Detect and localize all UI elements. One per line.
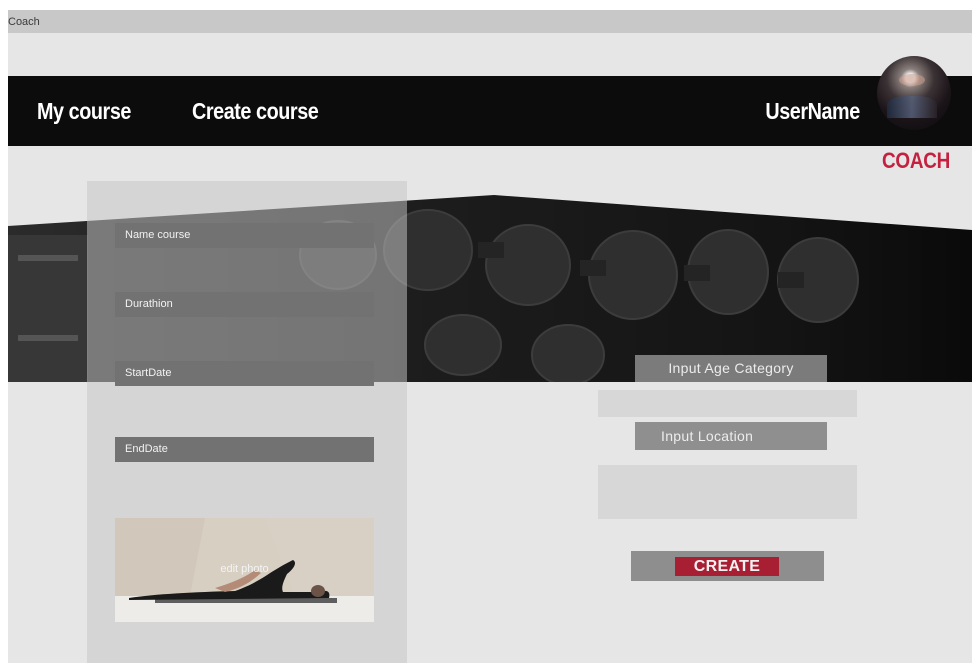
start-date-placeholder: StartDate — [125, 367, 172, 379]
age-category-input[interactable] — [598, 390, 857, 417]
window-titlebar: Coach — [8, 10, 972, 33]
duration-placeholder: Durathion — [125, 298, 173, 310]
edit-photo-label: edit photo — [220, 563, 269, 575]
end-date-input[interactable]: EndDate — [115, 437, 374, 462]
window-title: Coach — [8, 16, 40, 28]
create-button-frame: CREATE — [631, 551, 824, 581]
duration-input[interactable]: Durathion — [115, 292, 374, 317]
username-label[interactable]: UserName — [766, 98, 861, 125]
user-avatar[interactable] — [877, 56, 951, 130]
end-date-placeholder: EndDate — [125, 443, 168, 455]
create-button[interactable]: CREATE — [675, 557, 779, 576]
name-course-input[interactable]: Name course — [115, 223, 374, 248]
course-form-panel: Name course Durathion StartDate EndDate … — [87, 181, 407, 663]
user-role-badge: COACH — [882, 148, 951, 173]
location-input[interactable] — [598, 465, 857, 519]
start-date-input[interactable]: StartDate — [115, 361, 374, 386]
name-course-placeholder: Name course — [125, 229, 191, 241]
app-canvas: Coach My course Create course UserName C… — [8, 10, 972, 663]
age-category-button[interactable]: Input Age Category — [635, 355, 827, 382]
top-navbar: My course Create course UserName — [8, 76, 972, 146]
nav-my-course[interactable]: My course — [37, 98, 131, 125]
location-button[interactable]: Input Location — [635, 422, 827, 450]
course-photo[interactable]: edit photo — [115, 518, 374, 622]
nav-create-course[interactable]: Create course — [192, 98, 319, 125]
